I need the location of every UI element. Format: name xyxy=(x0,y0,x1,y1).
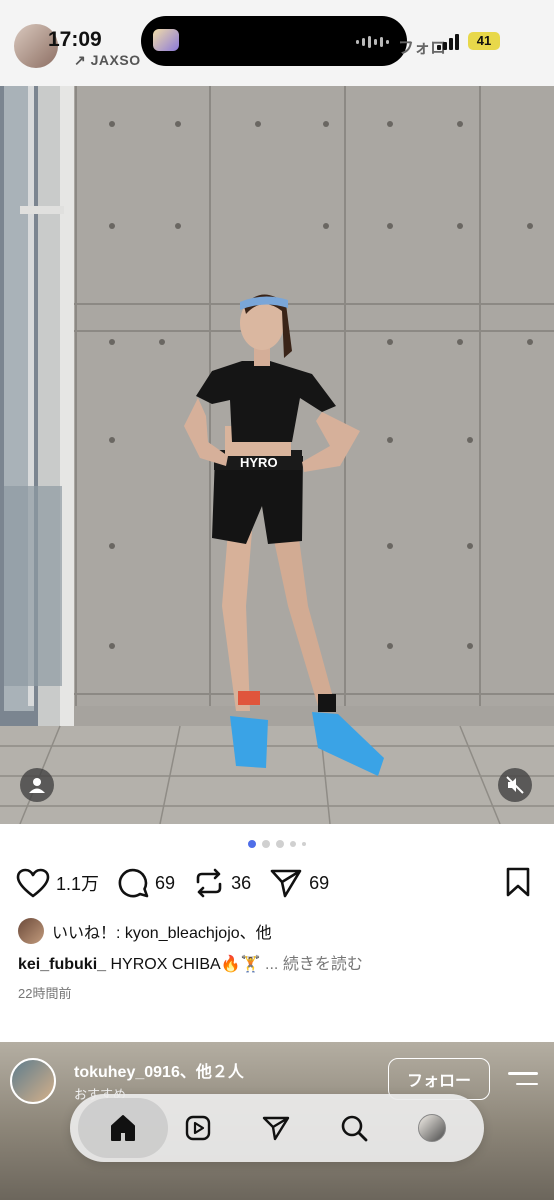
comment-icon xyxy=(118,868,149,898)
carousel-dot xyxy=(276,840,284,848)
caption: kei_fubuki_ HYROX CHIBA🔥🏋️ ... 続きを読む xyxy=(18,950,363,974)
speaker-muted-icon xyxy=(506,776,524,794)
reels-icon xyxy=(185,1115,211,1141)
more-options-icon[interactable] xyxy=(508,1072,538,1093)
dynamic-island[interactable] xyxy=(141,16,407,66)
comment-count: 69 xyxy=(155,872,176,893)
next-post-username[interactable]: tokuhey_0916、他２人 xyxy=(74,1058,244,1082)
likes-text: いいね！: kyon_bleachjojo、他 xyxy=(52,925,272,942)
bottom-tab-bar xyxy=(70,1094,484,1162)
now-playing-app-icon xyxy=(153,29,179,51)
tab-profile[interactable] xyxy=(410,1106,454,1150)
battery-indicator: 41 xyxy=(468,32,500,50)
home-icon xyxy=(111,1115,135,1141)
search-icon xyxy=(341,1115,368,1142)
heart-icon xyxy=(16,868,50,898)
tagged-people-button[interactable] xyxy=(20,768,54,802)
send-icon xyxy=(270,869,302,898)
share-count: 69 xyxy=(309,872,330,893)
post-actions: 1.1万 69 36 69 xyxy=(16,866,347,900)
repost-count: 36 xyxy=(231,872,252,893)
profile-avatar xyxy=(418,1114,446,1142)
carousel-dot xyxy=(302,842,306,846)
tab-search[interactable] xyxy=(332,1106,376,1150)
tab-reels[interactable] xyxy=(176,1106,220,1150)
bookmark-button[interactable] xyxy=(504,866,532,903)
signal-icon xyxy=(437,34,459,50)
svg-text:HYRO: HYRO xyxy=(240,455,278,470)
person-icon xyxy=(29,778,45,793)
top-header: 17:09 ↗ JAXSO フォロ 41 xyxy=(0,0,554,86)
like-button[interactable]: 1.1万 xyxy=(16,868,99,898)
carousel-dot xyxy=(248,840,256,848)
carousel-dot xyxy=(262,840,270,848)
tab-home[interactable] xyxy=(78,1098,168,1158)
caption-username[interactable]: kei_fubuki_ xyxy=(18,956,106,973)
author-subtitle[interactable]: ↗ JAXSO xyxy=(74,52,141,69)
repost-icon xyxy=(196,868,222,898)
direct-message-icon xyxy=(262,1116,290,1141)
share-button[interactable]: 69 xyxy=(269,867,329,899)
repost-button[interactable]: 36 xyxy=(193,867,251,899)
read-more-link[interactable]: ... 続きを読む xyxy=(265,956,363,973)
next-post-avatar[interactable] xyxy=(10,1058,56,1104)
likes-summary[interactable]: いいね！: kyon_bleachjojo、他 xyxy=(18,918,272,944)
audio-waveform-icon xyxy=(356,36,389,48)
tab-messages[interactable] xyxy=(254,1106,298,1150)
bookmark-icon xyxy=(506,867,530,897)
liker-avatar xyxy=(18,918,44,944)
like-count: 1.1万 xyxy=(56,874,100,894)
post-timestamp: 22時間前 xyxy=(18,986,72,1001)
caption-text: HYROX CHIBA🔥🏋️ xyxy=(110,956,261,973)
carousel-dot xyxy=(290,841,296,847)
photo-illustration: HYRO xyxy=(0,86,554,824)
status-time: 17:09 xyxy=(48,28,102,51)
comment-button[interactable]: 69 xyxy=(117,867,175,899)
post-photo[interactable]: HYRO xyxy=(0,86,554,824)
carousel-indicator xyxy=(0,840,554,848)
mute-button[interactable] xyxy=(498,768,532,802)
